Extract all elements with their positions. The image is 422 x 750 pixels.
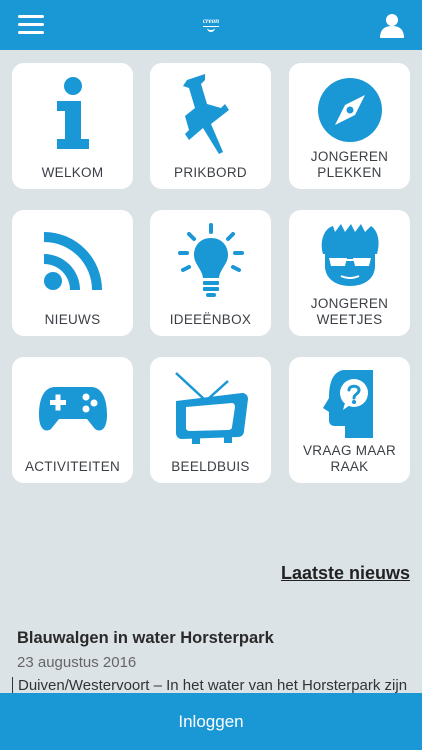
tile-label: PRIKBORD [174,165,247,180]
tile-vraag-maar-raak[interactable]: VRAAG MAAR RAAK [289,357,410,483]
tile-beeldbuis[interactable]: BEELDBUIS [150,357,271,483]
gamepad-icon [38,387,107,431]
news-item-title[interactable]: Blauwalgen in water Horsterpark [17,629,274,648]
login-button[interactable]: Inloggen [0,693,422,750]
rss-icon [43,232,102,290]
user-profile-icon[interactable] [380,13,404,38]
latest-news-heading[interactable]: Laatste nieuws [281,563,410,584]
lightbulb-icon [177,223,244,297]
compass-icon [317,78,382,142]
login-label: Inloggen [178,711,244,731]
app-logo: creon [199,17,223,35]
tile-label: NIEUWS [44,312,101,327]
logo-text: creon [202,17,220,25]
tile-label: ACTIVITEITEN [24,459,121,474]
question-head-icon [322,370,373,438]
pushpin-icon [182,74,229,154]
tile-welkom[interactable]: WELKOM [12,63,133,189]
tile-nieuws[interactable]: NIEUWS [12,210,133,336]
tile-label: VRAAG MAAR RAAK [302,443,397,474]
tile-ideeenbox[interactable]: IDEEËNBOX [150,210,271,336]
cool-face-icon [321,224,379,286]
top-bar: creon [0,0,422,50]
info-icon [56,77,89,149]
tile-label: IDEEËNBOX [169,312,252,327]
tv-icon [174,372,248,444]
tile-label: BEELDBUIS [171,459,250,474]
tile-label: JONGEREN PLEKKEN [310,149,389,180]
tile-label: JONGEREN WEETJES [310,296,389,327]
news-item-excerpt: Duiven/Westervoort – In het water van he… [12,677,422,694]
tile-label: WELKOM [41,165,104,180]
tile-prikbord[interactable]: PRIKBORD [150,63,271,189]
news-item-date: 23 augustus 2016 [17,654,137,671]
tile-activiteiten[interactable]: ACTIVITEITEN [12,357,133,483]
hamburger-menu-icon[interactable] [18,15,44,35]
tile-jongeren-plekken[interactable]: JONGEREN PLEKKEN [289,63,410,189]
tile-jongeren-weetjes[interactable]: JONGEREN WEETJES [289,210,410,336]
